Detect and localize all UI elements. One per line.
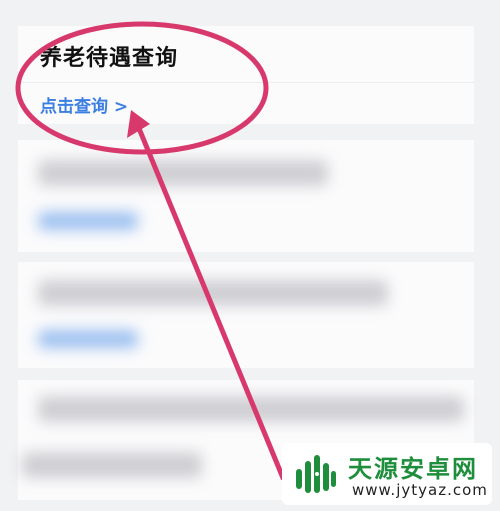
card-title: 养老待遇查询 <box>40 46 179 71</box>
blurred-item-text <box>38 396 464 422</box>
card-divider <box>18 82 474 83</box>
blurred-list-item[interactable] <box>18 140 474 252</box>
pension-query-card: 养老待遇查询 点击查询 > <box>18 26 474 124</box>
click-query-link[interactable]: 点击查询 > <box>40 92 128 117</box>
site-watermark: 天源安卓网 www.jytyaz.com <box>282 443 492 505</box>
watermark-site-url: www.jytyaz.com <box>352 481 488 499</box>
blurred-list-item[interactable] <box>18 262 474 368</box>
blurred-item-text <box>38 280 388 306</box>
blurred-item-link[interactable] <box>38 212 138 230</box>
watermark-site-name: 天源安卓网 <box>348 455 478 483</box>
blurred-item-text <box>38 160 328 186</box>
blurred-item-text <box>22 452 202 478</box>
blurred-item-link[interactable] <box>38 330 138 348</box>
android-logo-icon <box>296 455 336 493</box>
